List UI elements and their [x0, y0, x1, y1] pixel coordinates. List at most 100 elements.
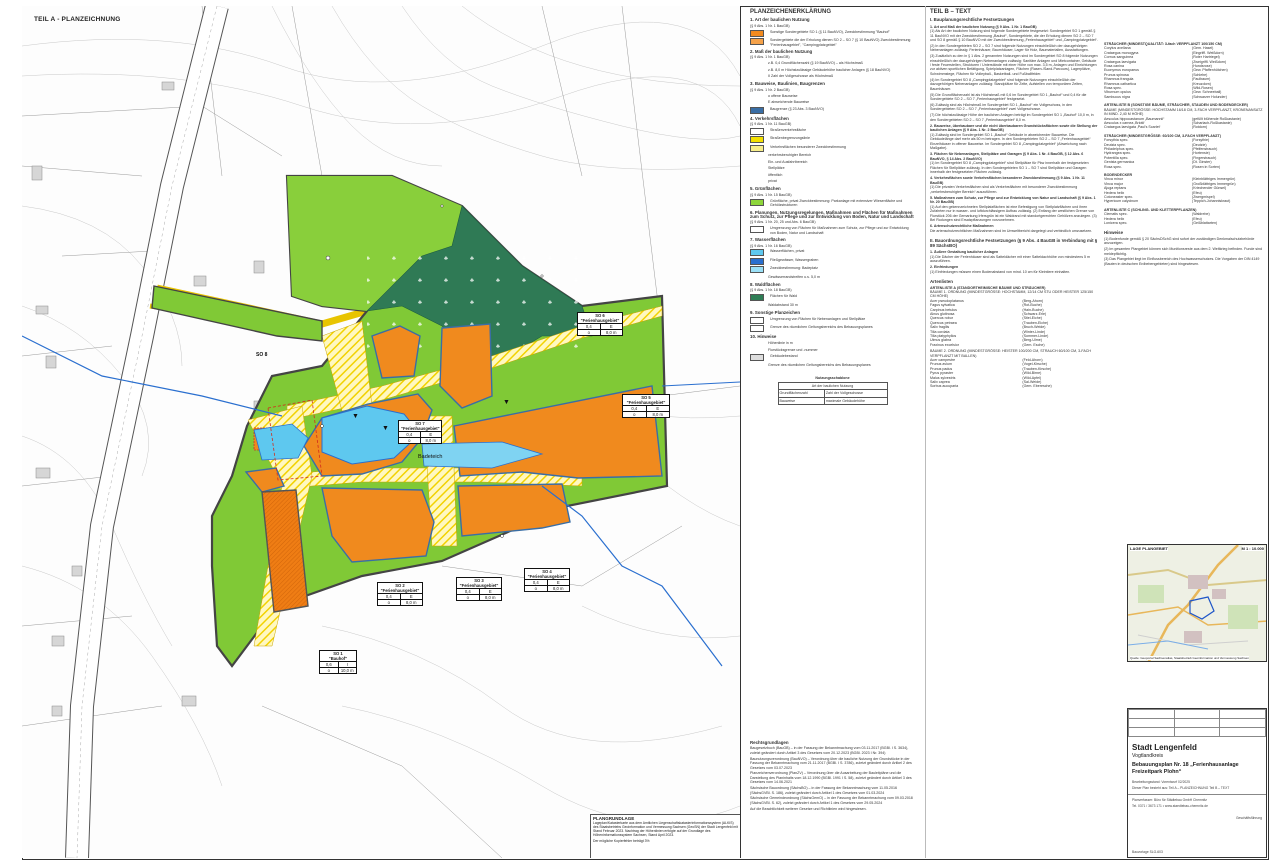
schablone-grz: Grundflächenzahl	[777, 389, 825, 398]
legend-item: Fließgewässer, Wassergraben	[750, 257, 915, 265]
legend-item: Ein- und Ausfahrtbereich	[750, 160, 915, 165]
map-canvas: ♣	[22, 6, 740, 858]
plant-latin: Sambucus nigra	[1104, 94, 1130, 99]
legend-item: Wasserflächen, privat	[750, 249, 915, 257]
legend-swatch	[750, 38, 764, 46]
legend-swatch	[750, 144, 764, 152]
hinweis-item: (1) Bodenfunde gemäß § 20 SächsDSchG sin…	[1104, 236, 1255, 246]
text-paragraph-heading: 4. Verkehrsflächen sowie Verkehrsflächen…	[930, 176, 1085, 185]
legend-item: Waldabstand 30 m	[750, 303, 915, 308]
text-paragraph-heading: 3. Flächen für Nebenanlagen, Stellplätze…	[930, 152, 1084, 161]
lage-source: Quelle: Geoportal Sachsenatlas, Staatsbe…	[1130, 656, 1249, 660]
legend-item: Straßenbegrenzungslinie	[750, 136, 915, 144]
planzeichnung-map[interactable]: ♣	[22, 6, 741, 858]
so5-hoehe: 8,0 m	[652, 412, 663, 417]
plant-row: Sambucus nigra (Schwarzer Holunder)	[1104, 95, 1264, 99]
so7-sub: "Ferienhausgebiet"	[401, 426, 440, 431]
legend-swatch	[750, 68, 762, 73]
text-paragraph: (1) Die Dächer der Ferienhäuser sind als…	[930, 254, 1091, 263]
so-tag-3[interactable]: SO 3 "Ferienhausgebiet" 0,4 E o 8,0 m	[456, 577, 502, 601]
so2-sub: "Ferienhausgebiet"	[380, 588, 420, 593]
legend-label: Sonstige Sondergebiete SO 1 (§ 11 BauNVO…	[770, 29, 890, 34]
office-contact: Tel. 0371 / 3673 171 • www.staedtebau-ch…	[1132, 804, 1208, 808]
text-paragraph: (1) Zulässig sind im Sondergebiet SO 1 „…	[930, 132, 1091, 150]
so6-bauweise: o	[578, 330, 601, 335]
so-tag-2[interactable]: SO 2 "Ferienhausgebiet" 0,4 E o 8,0 m	[377, 582, 423, 606]
rechts-item: Baunutzungsverordnung (BauNVO) – Verordn…	[750, 756, 912, 770]
legend-swatch	[750, 249, 764, 257]
legend-swatch	[750, 74, 762, 79]
legend-swatch	[750, 61, 762, 66]
legend-label: Wasserflächen, privat	[770, 249, 805, 254]
legend-section-title: 8. Waldflächen	[750, 281, 781, 287]
so-tag-6[interactable]: SO 6 "Ferienhausgebiet" 0,4 E o 8,0 m	[577, 312, 623, 336]
so6-hoehe: 8,0 m	[606, 330, 617, 335]
textteil-section-1: I. Bauplanungsrechtliche Festsetzungen	[930, 17, 1015, 23]
plan-parts: Dieser Plan besteht aus: Teil A – PLANZE…	[1132, 786, 1230, 790]
plant-latin: Hypericum calycinum	[1104, 199, 1139, 204]
legend-section-sub: (§ 9 Abs. 1 Nr. 11 BauGB)	[750, 122, 792, 127]
legend-item: Flurstücksgrenze und -nummer	[750, 348, 915, 353]
legend-swatch	[750, 325, 764, 333]
legend-item: o offene Bauweise	[750, 94, 915, 99]
legend-swatch	[750, 100, 762, 105]
legend-item: Sondergebiete die der Erholung dienen SO…	[750, 38, 915, 47]
legend-label: Umgrenzung von Flächen für Maßnahmen zum…	[770, 226, 909, 235]
legend-item: z.B. 0,4 Grundflächenzahl (§ 19 BauNVO) …	[750, 61, 915, 66]
legend-label: öffentlich	[768, 172, 783, 177]
legend-section-title: 10. Hinweise	[750, 334, 777, 340]
district-name: Vogtlandkreis	[1132, 753, 1164, 759]
legend-section-title: 2. Maß der baulichen Nutzung	[750, 49, 813, 55]
legend-swatch	[750, 29, 764, 37]
hinweise-title: Hinweise	[1104, 230, 1124, 236]
legend-swatch	[750, 341, 762, 346]
so4-sub: "Ferienhausgebiet"	[527, 574, 567, 579]
text-paragraph-heading: 2. Bauweise, überbaubare und die nicht ü…	[930, 123, 1098, 133]
text-paragraph: (6) Zulässig sind als Höchstmaß im Sonde…	[930, 102, 1073, 112]
badeteich-label: Badeteich	[418, 454, 443, 460]
legend-item: privat	[750, 179, 915, 184]
plangrundlage-box: PLANGRUNDLAGE Lageplan/Katasterkarte aus…	[590, 814, 740, 858]
legend-item: Gebäudebestand	[750, 354, 915, 362]
so6-grz: 0,4	[578, 324, 601, 329]
so7-grz: 0,4	[399, 432, 421, 437]
legend-label: o offene Bauweise	[768, 93, 798, 98]
rechts-title: Rechtsgrundlagen	[750, 740, 789, 745]
legend-label: Straßenverkehrsfläche	[770, 127, 807, 132]
legend-item: Zweckbestimmung: Badeplatz	[750, 266, 915, 274]
legend-section-sub: (§ 9 Abs. 1 Nr. 18 BauGB)	[750, 288, 792, 293]
plant-row: Rosa spec. (Rosen in Sorten)	[1104, 165, 1264, 169]
legend-swatch	[750, 198, 764, 206]
svg-text:▼: ▼	[382, 425, 389, 432]
legend-label: Höhenlinie in m	[768, 341, 793, 346]
so3-hoehe: 8,0 m	[485, 595, 496, 600]
so1-sub: "Bauhof"	[328, 656, 348, 661]
schablone-hoehe: maximale Gebäudehöhe	[823, 396, 888, 406]
so4-hoehe: 8,0 m	[553, 586, 564, 591]
so2-typ: E	[409, 594, 413, 599]
text-paragraph: (5) Die Grundflächenzahl ist als Höchstm…	[930, 92, 1087, 101]
legend-label: Gebäudebestand	[770, 354, 798, 359]
legend-swatch	[750, 257, 764, 265]
plant-latin: Lonicera spec.	[1104, 221, 1128, 226]
artenlisten-title: Artenlisten	[930, 279, 953, 285]
so-tag-7[interactable]: SO 7 "Ferienhausgebiet" 0,4 E o 8,0 m	[398, 420, 442, 444]
revision-table	[1128, 709, 1266, 737]
so-tag-5[interactable]: SO 5 "Ferienhausgebiet" 0,4 E o 8,0 m	[622, 394, 670, 418]
legend-item: verkehrsberuhigter Bereich	[750, 153, 915, 158]
so-tag-1[interactable]: SO 1 "Bauhof" 0,6 I o 10,0 m	[319, 650, 357, 674]
legend-item: Grenze des räumlichen Geltungsbereichs d…	[750, 325, 915, 333]
artenliste-a-sub: BÄUME 1. ORDNUNG (MINDESTGRÖSSE: HOCHSTA…	[930, 289, 1094, 299]
legend-section-title: 4. Verkehrsflächen	[750, 115, 789, 121]
legend-section-title: 1. Art der baulichen Nutzung	[750, 17, 810, 23]
main-road	[65, 6, 229, 858]
lage-plangebiet[interactable]: LAGE PLANGEBIET M 1 : 10.000 Quelle: Geo…	[1127, 544, 1267, 662]
textteil-paras-2: 1. Äußere Gestaltung baulicher Anlagen (1…	[930, 250, 1098, 274]
legend-swatch	[750, 266, 764, 274]
hinweis-item: (2) Im gesamten Plangebiet können sich M…	[1104, 247, 1262, 256]
svg-text:▼: ▼	[503, 399, 510, 406]
legend-label: Zweckbestimmung: Badeplatz	[770, 266, 818, 271]
text-paragraph: (1) Als Art der baulichen Nutzung sind f…	[930, 29, 1098, 43]
legend-label: Ein- und Ausfahrtbereich	[768, 159, 808, 164]
so-tag-4[interactable]: SO 4 "Ferienhausgebiet" 0,4 E o 8,0 m	[524, 568, 570, 592]
